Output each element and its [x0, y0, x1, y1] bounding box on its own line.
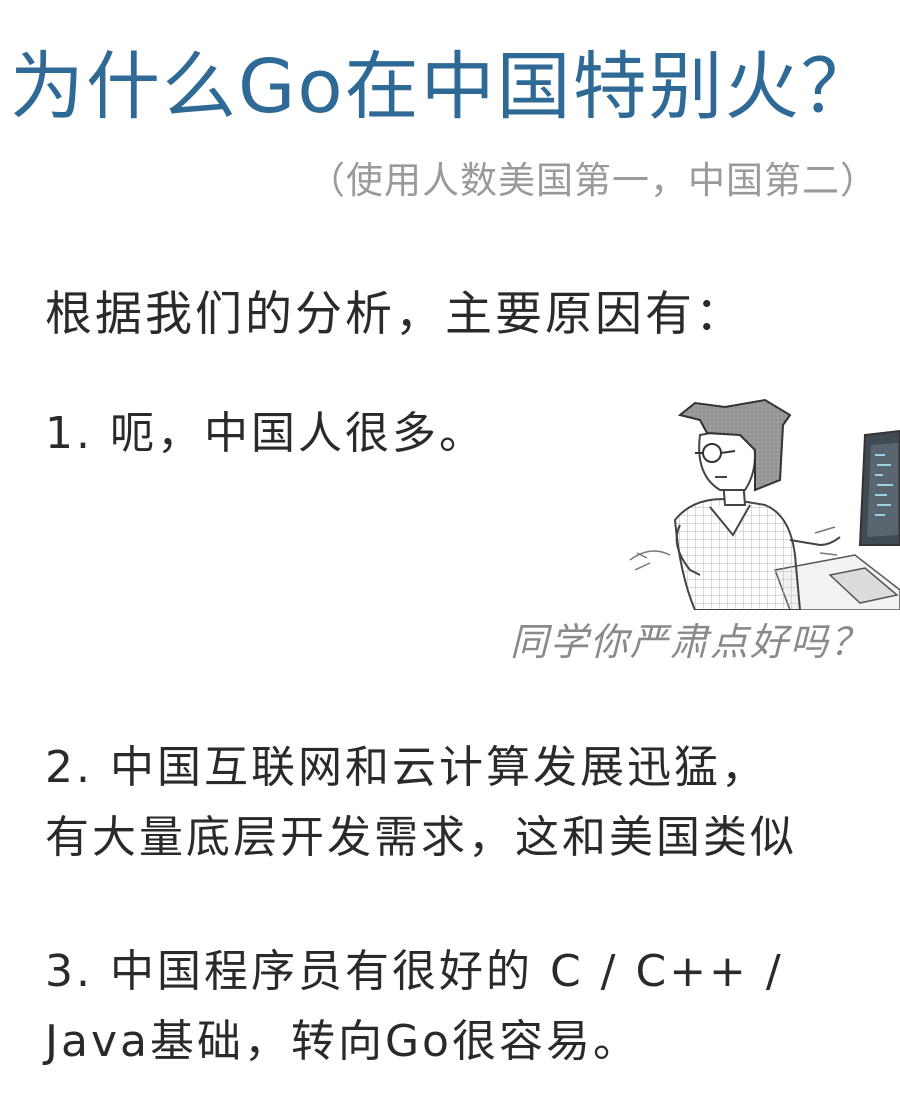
programmer-at-computer-illustration — [629, 398, 900, 610]
illustration-caption: 同学你严肃点好吗？ — [509, 620, 870, 664]
point-2-line-2: 有大量底层开发需求，这和美国类似 — [45, 812, 797, 863]
point-1-line-1: 1. 呃，中国人很多。 — [45, 408, 486, 459]
point-3-line-1: 3. 中国程序员有很好的 C / C++ / — [45, 946, 784, 997]
page-title: 为什么Go在中国特别火？ — [10, 44, 877, 130]
point-2-line-1: 2. 中国互联网和云计算发展迅猛， — [45, 742, 768, 793]
intro-text: 根据我们的分析，主要原因有： — [45, 287, 745, 342]
page-subtitle: （使用人数美国第一，中国第二） — [308, 159, 878, 202]
monitor-icon — [858, 429, 900, 546]
point-3-line-2: Java基础，转向Go很容易。 — [45, 1016, 640, 1067]
